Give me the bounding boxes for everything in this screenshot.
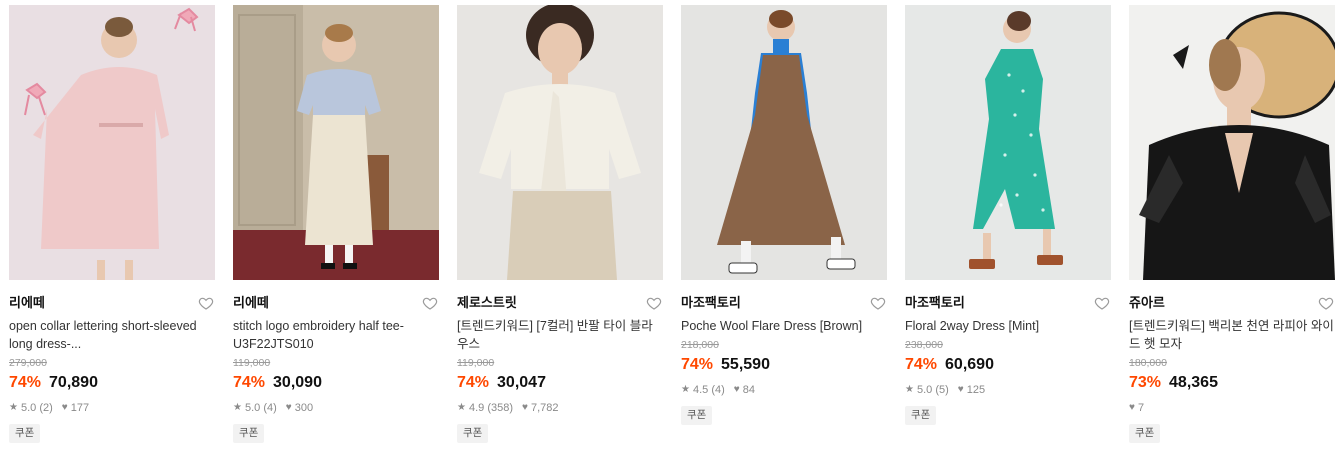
product-card[interactable]: 리에떼 stitch logo embroidery half tee-U3F2… <box>233 5 439 443</box>
product-meta: ★ 5.0 (2) ♥ 177 <box>9 401 215 415</box>
product-card[interactable]: 리에떼 open collar lettering short-sleeved … <box>9 5 215 443</box>
original-price: 279,000 <box>9 357 47 369</box>
product-image[interactable] <box>681 5 887 280</box>
product-name[interactable]: [트렌드키워드] 백리본 천연 라피아 와이드 햇 모자 <box>1129 317 1335 353</box>
product-photo-dress-pink <box>9 5 215 280</box>
sale-price: 30,090 <box>273 374 322 391</box>
product-photo-floral-dress <box>905 5 1111 280</box>
coupon-badge: 쿠폰 <box>9 424 41 443</box>
heart-icon[interactable] <box>646 295 662 311</box>
star-icon: ★ <box>9 402 18 413</box>
product-meta: ★ 5.0 (5) ♥ 125 <box>905 383 1111 397</box>
discount-rate: 74% <box>905 356 938 373</box>
original-price: 119,000 <box>457 357 495 369</box>
product-image[interactable] <box>1129 5 1335 280</box>
sale-price: 60,690 <box>945 356 994 373</box>
rating: 5.0 <box>916 384 933 396</box>
discount-rate: 74% <box>681 356 714 373</box>
product-image[interactable] <box>457 5 663 280</box>
product-photo-tie-blouse <box>457 5 663 280</box>
product-image[interactable] <box>233 5 439 280</box>
heart-icon[interactable] <box>198 295 214 311</box>
original-price: 119,000 <box>233 357 271 369</box>
discount-rate: 74% <box>9 374 42 391</box>
star-icon: ★ <box>233 402 242 413</box>
discount-rate: 74% <box>457 374 490 391</box>
coupon-badge: 쿠폰 <box>457 424 489 443</box>
star-icon: ★ <box>681 384 690 395</box>
like-count: 7 <box>1137 402 1145 414</box>
like-heart-icon: ♥ <box>522 402 528 413</box>
original-price: 180,000 <box>1129 357 1167 369</box>
brand-name[interactable]: 마조팩토리 <box>681 293 887 313</box>
product-card[interactable]: 쥬아르 [트렌드키워드] 백리본 천연 라피아 와이드 햇 모자 180,000… <box>1129 5 1335 443</box>
product-image[interactable] <box>905 5 1111 280</box>
sale-price: 70,890 <box>49 374 98 391</box>
like-heart-icon: ♥ <box>285 402 292 413</box>
sale-price: 30,047 <box>497 374 546 391</box>
like-heart-icon: ♥ <box>1129 402 1135 413</box>
discount-rate: 74% <box>233 374 266 391</box>
product-meta: ★ 4.9 (358) ♥ 7,782 <box>457 401 663 415</box>
coupon-badge: 쿠폰 <box>905 406 937 425</box>
like-heart-icon: ♥ <box>733 384 740 395</box>
review-count: (358) <box>487 402 514 414</box>
like-count: 177 <box>70 402 90 414</box>
brand-name[interactable]: 리에떼 <box>233 293 439 313</box>
like-heart-icon: ♥ <box>61 402 68 413</box>
product-photo-wool-dress <box>681 5 887 280</box>
sale-price: 55,590 <box>721 356 770 373</box>
review-count: (4) <box>263 402 277 414</box>
product-name[interactable]: Floral 2way Dress [Mint] <box>905 317 1111 335</box>
star-icon: ★ <box>905 384 914 395</box>
like-count: 7,782 <box>530 402 559 414</box>
like-count: 84 <box>742 384 755 396</box>
rating: 4.5 <box>692 384 709 396</box>
product-card[interactable]: 제로스트릿 [트렌드키워드] [7컬러] 반팔 타이 블라우스 119,000 … <box>457 5 663 443</box>
brand-name[interactable]: 리에떼 <box>9 293 215 313</box>
product-grid: 리에떼 open collar lettering short-sleeved … <box>0 0 1339 465</box>
heart-icon[interactable] <box>1094 295 1110 311</box>
product-name[interactable]: open collar lettering short-sleeved long… <box>9 317 215 353</box>
product-photo-half-tee <box>233 5 439 280</box>
brand-name[interactable]: 쥬아르 <box>1129 293 1335 313</box>
review-count: (2) <box>39 402 53 414</box>
like-heart-icon: ♥ <box>957 384 964 395</box>
product-name[interactable]: [트렌드키워드] [7컬러] 반팔 타이 블라우스 <box>457 317 663 353</box>
coupon-badge: 쿠폰 <box>681 406 713 425</box>
product-card[interactable]: 마조팩토리 Poche Wool Flare Dress [Brown] 218… <box>681 5 887 425</box>
product-photo-raffia-hat <box>1129 5 1335 280</box>
product-card[interactable]: 마조팩토리 Floral 2way Dress [Mint] 238,000 7… <box>905 5 1111 425</box>
heart-icon[interactable] <box>422 295 438 311</box>
product-name[interactable]: Poche Wool Flare Dress [Brown] <box>681 317 887 335</box>
like-count: 300 <box>294 402 314 414</box>
rating: 5.0 <box>244 402 261 414</box>
like-count: 125 <box>966 384 986 396</box>
coupon-badge: 쿠폰 <box>233 424 265 443</box>
heart-icon[interactable] <box>870 295 886 311</box>
rating: 5.0 <box>20 402 37 414</box>
rating: 4.9 <box>468 402 485 414</box>
discount-rate: 73% <box>1129 374 1162 391</box>
original-price: 238,000 <box>905 339 943 351</box>
product-meta: ★ 4.5 (4) ♥ 84 <box>681 383 887 397</box>
review-count: (5) <box>935 384 949 396</box>
brand-name[interactable]: 마조팩토리 <box>905 293 1111 313</box>
sale-price: 48,365 <box>1169 374 1218 391</box>
product-meta: ★ 5.0 (4) ♥ 300 <box>233 401 439 415</box>
review-count: (4) <box>711 384 725 396</box>
star-icon: ★ <box>457 402 466 413</box>
original-price: 218,000 <box>681 339 719 351</box>
product-meta: ♥ 7 <box>1129 401 1335 415</box>
heart-icon[interactable] <box>1318 295 1334 311</box>
brand-name[interactable]: 제로스트릿 <box>457 293 663 313</box>
product-name[interactable]: stitch logo embroidery half tee-U3F22JTS… <box>233 317 439 353</box>
product-image[interactable] <box>9 5 215 280</box>
coupon-badge: 쿠폰 <box>1129 424 1161 443</box>
